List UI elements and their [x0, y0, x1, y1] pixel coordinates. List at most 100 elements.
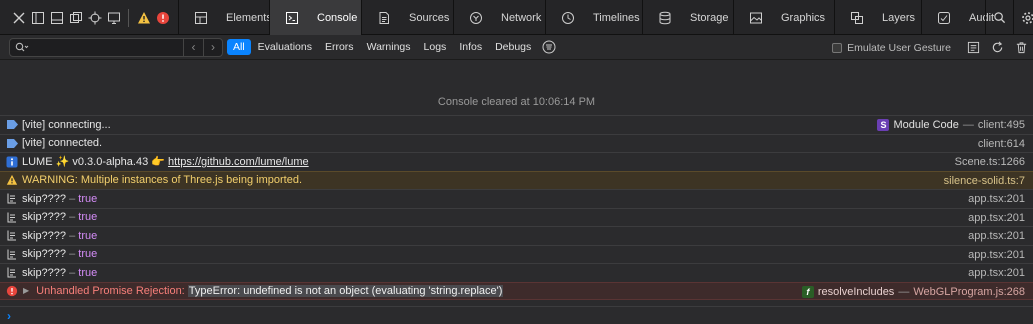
source-function-name: resolveIncludes — [817, 285, 895, 298]
source-location[interactable]: app.tsx:201 — [968, 267, 1025, 279]
console-cleared-message: Console cleared at 10:06:14 PM — [437, 96, 596, 108]
filter-options-icon[interactable] — [542, 40, 556, 54]
error-detail: TypeError: undefined is not an object (e… — [187, 284, 504, 297]
message-text: [vite] connected. — [22, 137, 103, 150]
emulate-gesture-checkbox[interactable] — [832, 42, 843, 53]
message-prefix: LUME ✨ v0.3.0-alpha.43 👉 — [22, 156, 169, 169]
tabbar-right-controls — [985, 0, 1033, 35]
message-source[interactable]: S Module Code — client:495 — [877, 116, 1025, 134]
log-dash: – — [69, 248, 76, 261]
dock-window-icon[interactable] — [66, 7, 85, 29]
filter-all[interactable]: All — [227, 39, 251, 55]
log-level-filters: All Evaluations Errors Warnings Logs Inf… — [227, 39, 556, 55]
console-message-debug[interactable]: [vite] connected. client:614 — [0, 133, 1033, 153]
message-source[interactable]: app.tsx:201 — [968, 264, 1025, 282]
chevron-right-icon[interactable]: › — [203, 38, 222, 56]
filter-debugs[interactable]: Debugs — [489, 39, 537, 55]
message-link[interactable]: https://github.com/lume/lume — [168, 156, 309, 168]
preserve-log-icon[interactable] — [961, 38, 985, 58]
message-source[interactable]: Scene.ts:1266 — [955, 153, 1025, 171]
panel-tabs: Elements Console Sources Network Timelin… — [178, 0, 994, 35]
device-icon[interactable] — [104, 7, 123, 29]
tab-sources[interactable]: Sources — [361, 0, 453, 35]
message-source[interactable]: app.tsx:201 — [968, 209, 1025, 227]
source-location[interactable]: silence-solid.ts:7 — [944, 175, 1025, 187]
source-location[interactable]: app.tsx:201 — [968, 212, 1025, 224]
debug-tag-icon — [3, 134, 21, 152]
error-icon[interactable] — [153, 7, 172, 29]
log-label: skip???? — [22, 192, 67, 205]
source-location[interactable]: app.tsx:201 — [968, 230, 1025, 242]
error-prefix: Unhandled Promise Rejection: — [36, 284, 188, 297]
search-icon[interactable] — [986, 0, 1014, 35]
message-text: skip???? – true — [22, 230, 97, 242]
tab-graphics[interactable]: Graphics — [733, 0, 834, 35]
console-message-log[interactable]: skip???? – true app.tsx:201 — [0, 263, 1033, 282]
message-text: skip???? – true — [22, 267, 97, 279]
tab-audit[interactable]: Audit — [921, 0, 994, 35]
source-location[interactable]: app.tsx:201 — [968, 249, 1025, 261]
source-location[interactable]: WebGLProgram.js:268 — [913, 286, 1025, 298]
console-message-log[interactable]: skip???? – true app.tsx:201 — [0, 207, 1033, 227]
console-search-input[interactable] — [31, 41, 181, 53]
console-message-info[interactable]: LUME ✨ v0.3.0-alpha.43 👉 https://github.… — [0, 152, 1033, 171]
message-source[interactable]: f resolveIncludes — WebGLProgram.js:268 — [801, 283, 1025, 301]
tab-timelines[interactable]: Timelines — [545, 0, 642, 35]
console-message-error[interactable]: ▶ Unhandled Promise Rejection: TypeError… — [0, 281, 1033, 301]
settings-gear-icon[interactable] — [1014, 0, 1033, 35]
source-code-badge-icon: S — [877, 119, 890, 131]
log-value: true — [78, 248, 98, 261]
source-separator: — — [962, 119, 974, 131]
source-location[interactable]: client:614 — [978, 138, 1025, 150]
tab-layers[interactable]: Layers — [834, 0, 921, 35]
log-dash: – — [69, 192, 76, 205]
tab-elements[interactable]: Elements — [178, 0, 272, 35]
tab-storage[interactable]: Storage — [642, 0, 733, 35]
filter-logs[interactable]: Logs — [418, 39, 453, 55]
tab-console[interactable]: Console — [269, 0, 361, 35]
chevron-left-icon[interactable]: ‹ — [184, 39, 203, 56]
elements-icon — [194, 11, 208, 25]
console-message-log[interactable]: skip???? – true app.tsx:201 — [0, 226, 1033, 245]
close-icon[interactable] — [9, 7, 28, 29]
message-source[interactable]: app.tsx:201 — [968, 246, 1025, 264]
info-icon — [3, 153, 21, 171]
console-message-log[interactable]: skip???? – true app.tsx:201 — [0, 244, 1033, 264]
tab-network[interactable]: Network — [453, 0, 545, 35]
error-icon — [3, 282, 21, 300]
console-prompt[interactable]: › — [0, 306, 1033, 324]
filter-errors[interactable]: Errors — [319, 39, 360, 55]
console-message-warning[interactable]: WARNING: Multiple instances of Three.js … — [0, 170, 1033, 190]
console-message-debug[interactable]: [vite] connecting... S Module Code — cli… — [0, 115, 1033, 134]
reload-icon[interactable] — [985, 38, 1009, 58]
source-location[interactable]: app.tsx:201 — [968, 193, 1025, 205]
clear-console-icon[interactable] — [1009, 38, 1033, 58]
tab-label: Sources — [409, 11, 450, 24]
message-source[interactable]: client:614 — [978, 135, 1025, 153]
prompt-chevron-icon: › — [7, 308, 11, 323]
source-location[interactable]: Scene.ts:1266 — [955, 156, 1025, 168]
dock-left-icon[interactable] — [28, 7, 47, 29]
console-icon — [285, 11, 299, 25]
timelines-icon — [561, 11, 575, 25]
warning-icon[interactable] — [134, 7, 153, 29]
disclosure-triangle-icon[interactable]: ▶ — [23, 286, 29, 295]
inspect-element-icon[interactable] — [85, 7, 104, 29]
filter-warnings[interactable]: Warnings — [361, 39, 417, 55]
source-location[interactable]: client:495 — [978, 119, 1025, 131]
dock-bottom-icon[interactable] — [47, 7, 66, 29]
source-separator: — — [898, 285, 910, 298]
console-message-list: [vite] connecting... S Module Code — cli… — [0, 115, 1033, 300]
filter-evaluations[interactable]: Evaluations — [252, 39, 318, 55]
console-message-log[interactable]: skip???? – true app.tsx:201 — [0, 189, 1033, 208]
message-source[interactable]: app.tsx:201 — [968, 190, 1025, 208]
message-source[interactable]: silence-solid.ts:7 — [944, 172, 1025, 190]
filter-infos[interactable]: Infos — [453, 39, 488, 55]
message-text: skip???? – true — [22, 248, 97, 260]
log-label: skip???? — [22, 266, 67, 279]
log-value: true — [78, 192, 98, 205]
search-icon — [15, 41, 29, 53]
log-value: true — [78, 211, 98, 224]
log-icon — [3, 227, 21, 245]
message-source[interactable]: app.tsx:201 — [968, 227, 1025, 245]
